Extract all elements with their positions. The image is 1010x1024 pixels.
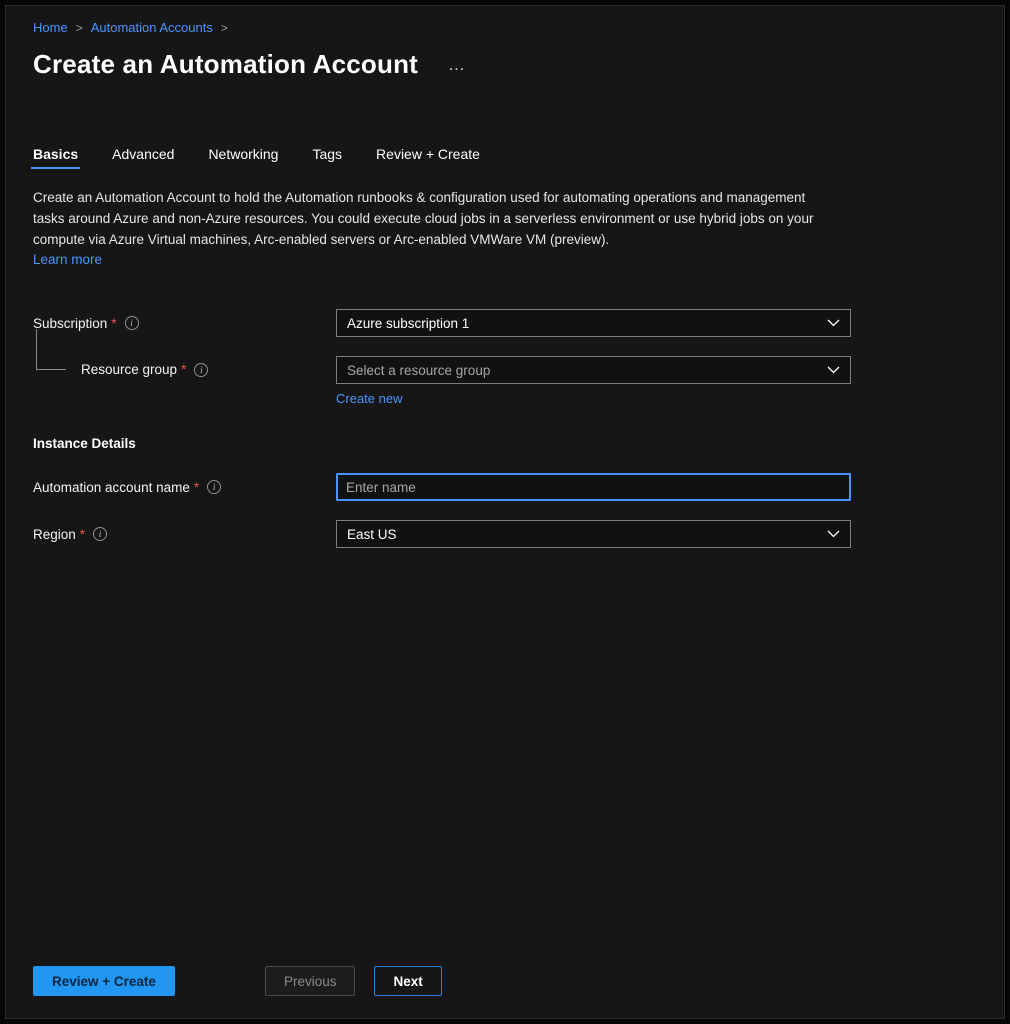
- resource-group-label: Resource group: [81, 362, 177, 377]
- create-new-resource-group-link[interactable]: Create new: [336, 391, 402, 406]
- resource-group-tree-connector: [36, 329, 66, 370]
- subscription-label-cell: Subscription * i: [33, 316, 336, 331]
- resource-group-row: Resource group * i Select a resource gro…: [33, 356, 1004, 408]
- chevron-down-icon: [827, 319, 840, 327]
- chevron-down-icon: [827, 530, 840, 538]
- title-row: Create an Automation Account …: [33, 49, 1004, 80]
- breadcrumb-home[interactable]: Home: [33, 20, 68, 35]
- tab-advanced[interactable]: Advanced: [112, 146, 174, 169]
- breadcrumb: Home > Automation Accounts >: [33, 20, 1004, 35]
- automation-account-name-label: Automation account name: [33, 480, 190, 495]
- resource-group-control: Select a resource group Create new: [336, 356, 851, 408]
- info-icon[interactable]: i: [194, 363, 208, 377]
- info-icon[interactable]: i: [207, 480, 221, 494]
- required-asterisk: *: [111, 316, 116, 331]
- previous-button[interactable]: Previous: [265, 966, 356, 996]
- chevron-down-icon: [827, 366, 840, 374]
- subscription-control: Azure subscription 1: [336, 309, 851, 337]
- subscription-dropdown-value: Azure subscription 1: [347, 316, 469, 331]
- tab-networking[interactable]: Networking: [208, 146, 278, 169]
- resource-group-dropdown[interactable]: Select a resource group: [336, 356, 851, 384]
- breadcrumb-separator: >: [221, 21, 228, 35]
- info-icon[interactable]: i: [93, 527, 107, 541]
- region-dropdown-value: East US: [347, 527, 397, 542]
- tab-tags[interactable]: Tags: [312, 146, 342, 169]
- region-label: Region: [33, 527, 76, 542]
- resource-group-label-cell: Resource group * i: [33, 362, 336, 377]
- subscription-dropdown[interactable]: Azure subscription 1: [336, 309, 851, 337]
- tab-review-create[interactable]: Review + Create: [376, 146, 480, 169]
- automation-account-name-label-cell: Automation account name * i: [33, 480, 336, 495]
- tab-basics[interactable]: Basics: [33, 146, 78, 169]
- instance-details-heading: Instance Details: [33, 436, 1004, 451]
- next-button[interactable]: Next: [374, 966, 441, 996]
- required-asterisk: *: [80, 527, 85, 542]
- tab-bar: Basics Advanced Networking Tags Review +…: [33, 146, 1004, 169]
- subscription-row: Subscription * i Azure subscription 1: [33, 309, 1004, 337]
- resource-group-dropdown-placeholder: Select a resource group: [347, 363, 490, 378]
- learn-more-link[interactable]: Learn more: [33, 252, 102, 267]
- more-menu-icon[interactable]: …: [448, 60, 466, 70]
- page-description: Create an Automation Account to hold the…: [33, 187, 838, 250]
- automation-account-name-input[interactable]: [336, 473, 851, 501]
- region-control: East US: [336, 520, 851, 548]
- region-row: Region * i East US: [33, 520, 1004, 548]
- region-dropdown[interactable]: East US: [336, 520, 851, 548]
- breadcrumb-separator: >: [76, 21, 83, 35]
- region-label-cell: Region * i: [33, 527, 336, 542]
- review-create-button[interactable]: Review + Create: [33, 966, 175, 996]
- create-automation-account-page: Home > Automation Accounts > Create an A…: [5, 5, 1005, 1019]
- automation-account-name-row: Automation account name * i: [33, 473, 1004, 501]
- page-title: Create an Automation Account: [33, 49, 418, 80]
- breadcrumb-automation-accounts[interactable]: Automation Accounts: [91, 20, 213, 35]
- info-icon[interactable]: i: [125, 316, 139, 330]
- required-asterisk: *: [194, 480, 199, 495]
- required-asterisk: *: [181, 362, 186, 377]
- footer-action-bar: Review + Create Previous Next: [33, 966, 442, 996]
- basics-form: Subscription * i Azure subscription 1 Re…: [33, 309, 1004, 548]
- automation-account-name-control: [336, 473, 851, 501]
